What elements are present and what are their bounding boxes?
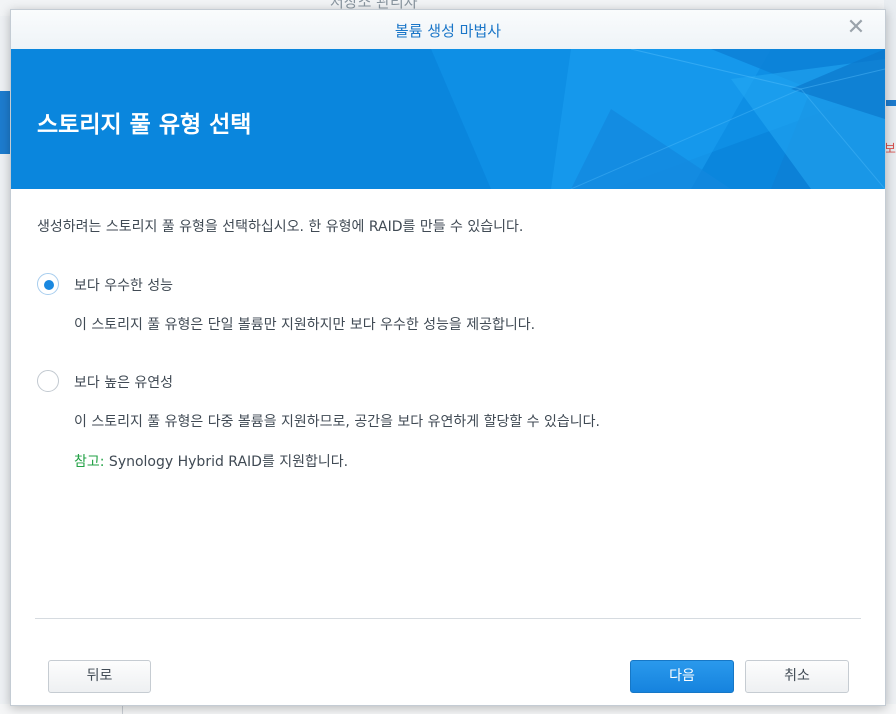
note-text: Synology Hybrid RAID를 지원합니다.: [104, 454, 349, 470]
wizard-banner: 스토리지 풀 유형 선택: [11, 49, 885, 189]
banner-title: 스토리지 풀 유형 선택: [37, 112, 252, 138]
note-label: 참고:: [74, 454, 105, 470]
radio-dot: [44, 280, 54, 290]
footer-divider: [35, 618, 861, 619]
dialog-title: 볼륨 생성 마법사: [394, 22, 502, 40]
option-note: 참고: Synology Hybrid RAID를 지원합니다.: [74, 451, 348, 471]
next-button[interactable]: 다음: [630, 660, 734, 693]
option-description: 이 스토리지 풀 유형은 단일 볼륨만 지원하지만 보다 우수한 성능을 제공합…: [74, 317, 536, 333]
dialog-titlebar[interactable]: 볼륨 생성 마법사 ✕: [11, 10, 885, 49]
radio-button-unselected[interactable]: [37, 370, 59, 392]
cancel-button[interactable]: 취소: [745, 660, 849, 693]
back-button[interactable]: 뒤로: [48, 660, 151, 693]
volume-wizard-dialog: 볼륨 생성 마법사 ✕ 스토리지 풀 유형 선택 생성하려는 스토리지 풀 유형…: [10, 9, 886, 706]
option-label[interactable]: 보다 높은 유연성: [74, 372, 173, 392]
close-icon[interactable]: ✕: [845, 17, 867, 39]
option-description: 이 스토리지 풀 유형은 다중 볼륨을 지원하므로, 공간을 보다 유연하게 할…: [74, 414, 600, 430]
option-label[interactable]: 보다 우수한 성능: [74, 275, 173, 295]
wizard-description: 생성하려는 스토리지 풀 유형을 선택하십시오. 한 유형에 RAID를 만들 …: [37, 219, 524, 235]
radio-button-selected[interactable]: [37, 273, 59, 295]
